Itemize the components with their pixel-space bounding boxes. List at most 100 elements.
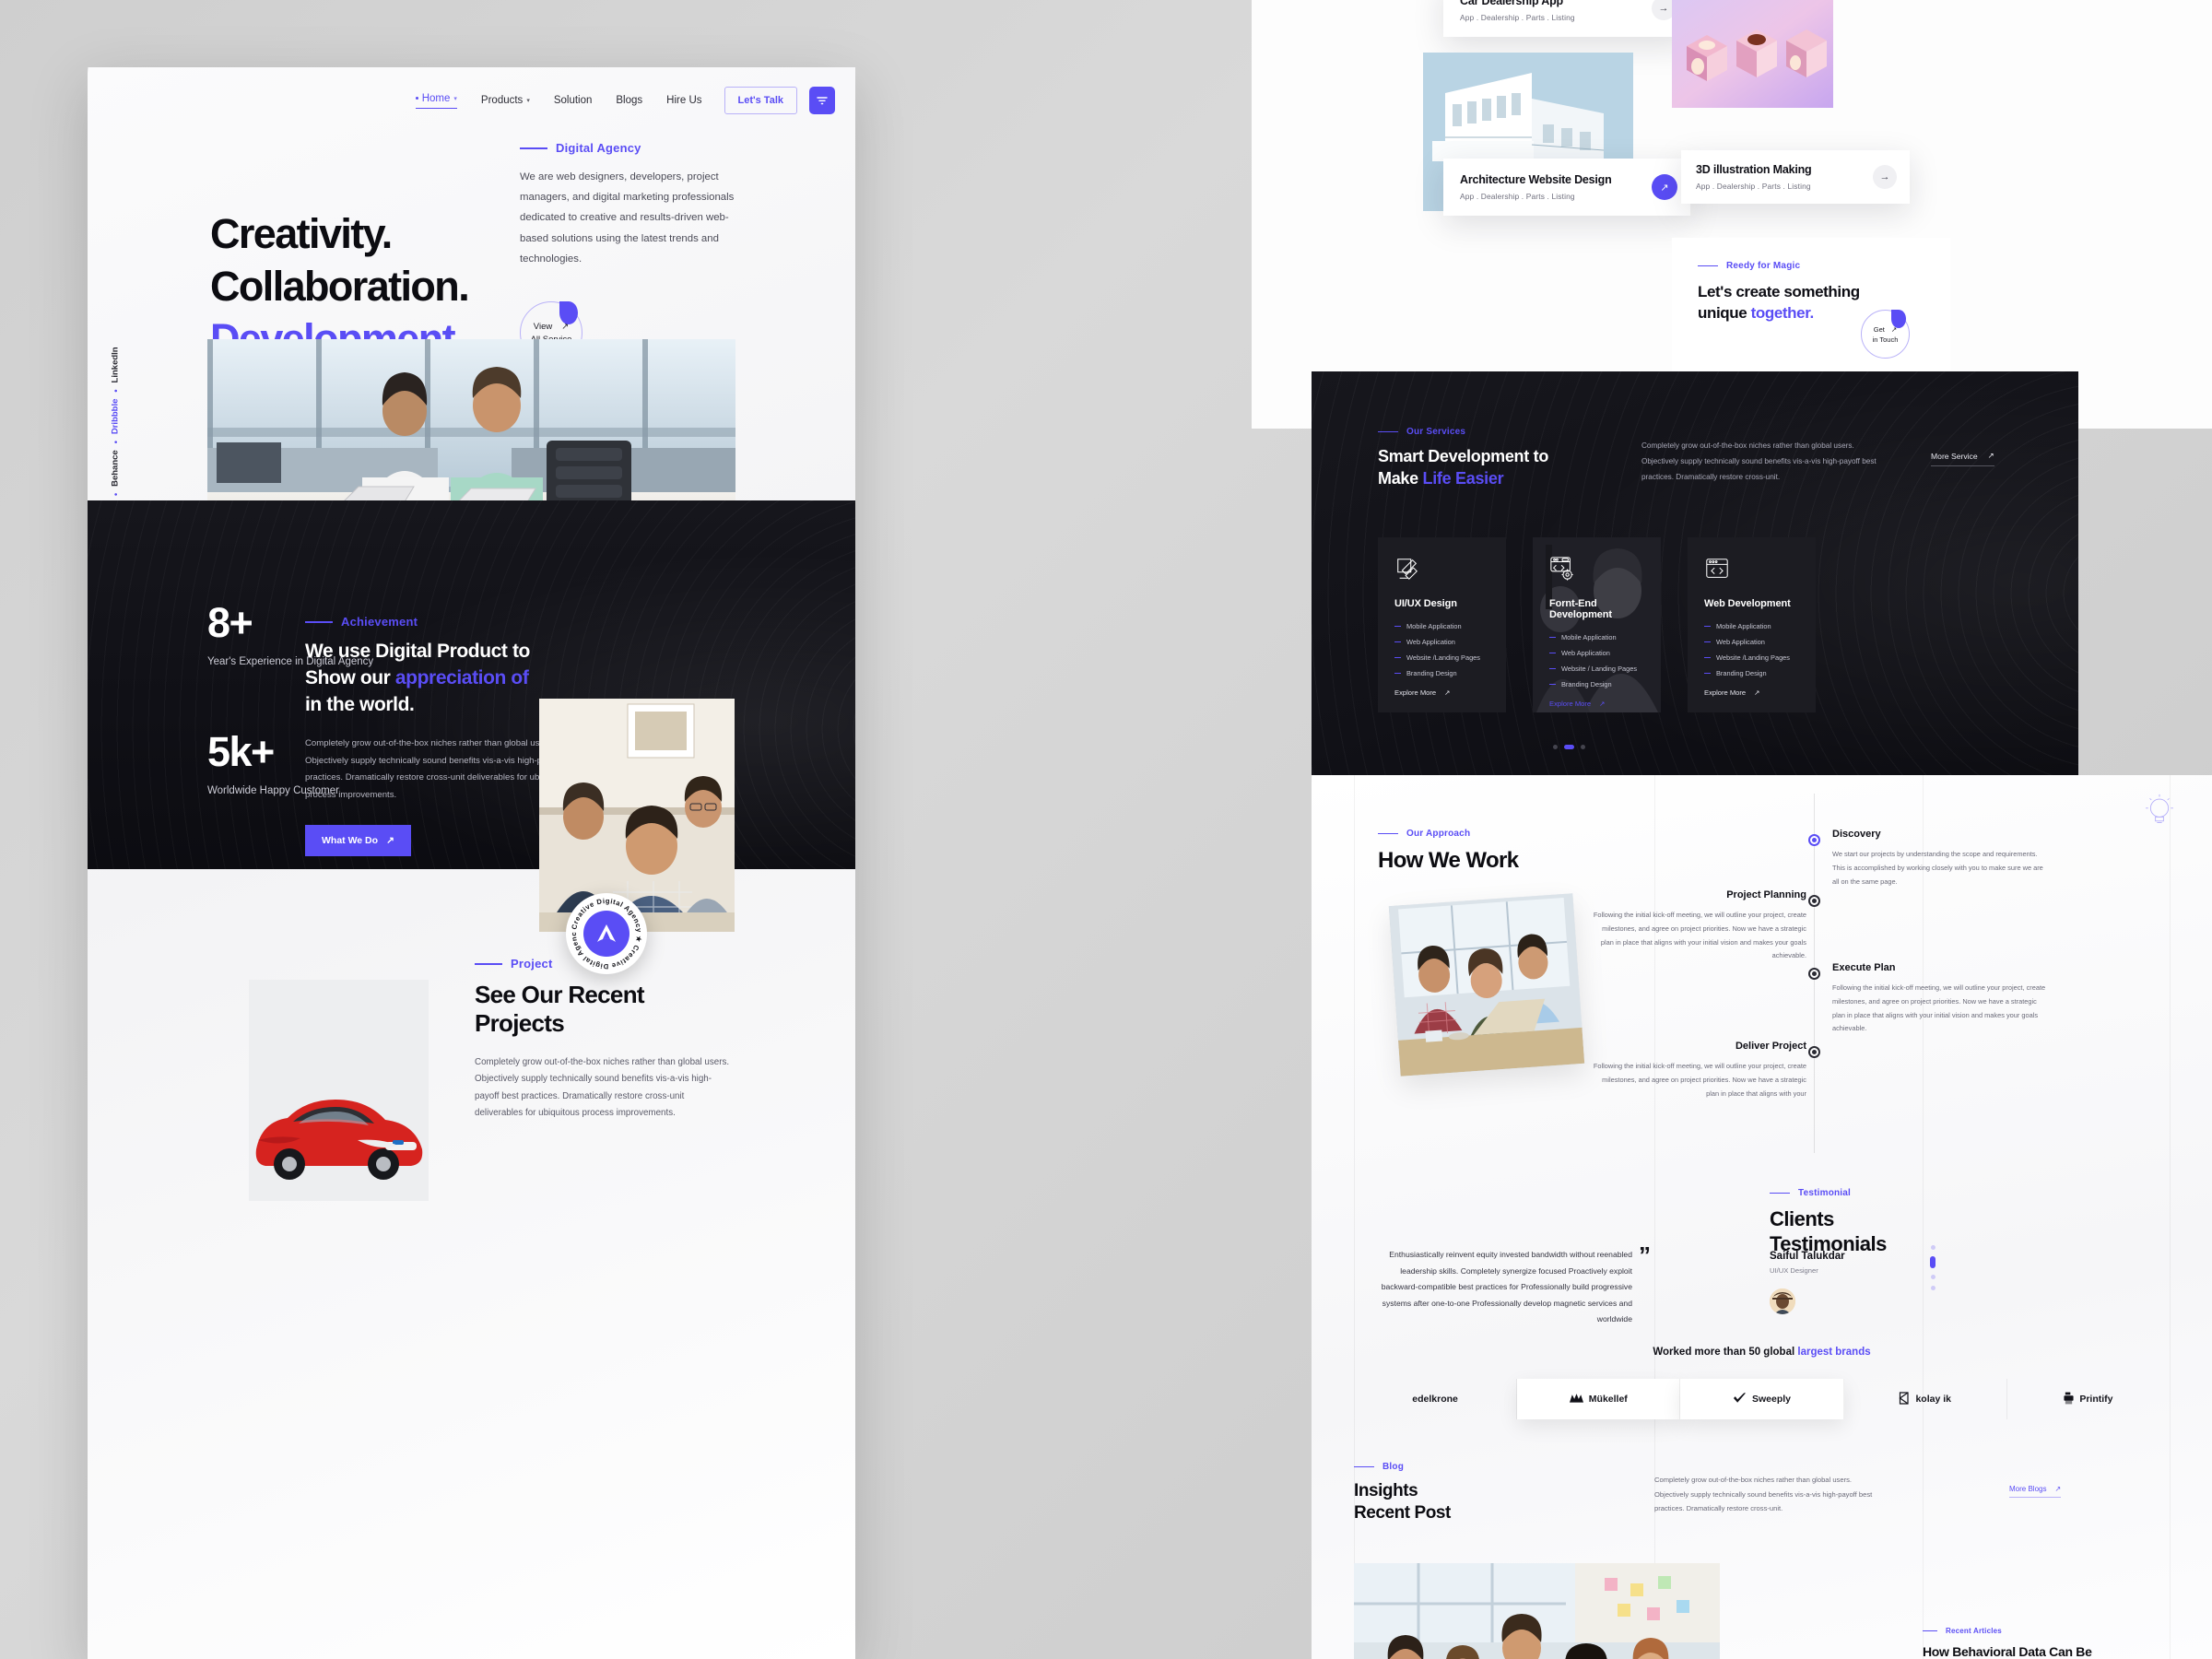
slider-dot-active[interactable] xyxy=(1564,745,1574,749)
brand-printify[interactable]: Printify xyxy=(2007,1379,2170,1419)
projects-paragraph: Completely grow out-of-the-box niches ra… xyxy=(475,1057,730,1118)
filter-icon[interactable] xyxy=(809,87,835,114)
heading-line-2: Recent Post xyxy=(1354,1503,1451,1524)
more-service-link[interactable]: More Service ↗ xyxy=(1931,451,1994,466)
blog-eyebrow: Blog xyxy=(1354,1462,1451,1472)
project-card-car-dealership[interactable]: Car Dealership App App . Dealership . Pa… xyxy=(1443,0,1690,37)
brand-sweeply[interactable]: Sweeply xyxy=(1680,1379,1844,1419)
project-car-image xyxy=(249,980,429,1201)
explore-more-link[interactable]: Explore More ↗ xyxy=(1394,688,1489,697)
bullet-icon: • xyxy=(111,440,121,443)
explore-more-link[interactable]: Explore More ↗ xyxy=(1549,700,1644,708)
brand-label: Mükellef xyxy=(1588,1394,1628,1405)
cta-heading-line-2: unique xyxy=(1698,303,1751,322)
arrow-right-icon[interactable]: → xyxy=(1873,165,1897,189)
article-title: How Behavioral Data Can Be Used to Busin… xyxy=(1923,1643,2136,1659)
rule-line xyxy=(1354,1465,1374,1468)
slider-dot[interactable] xyxy=(1930,1275,1936,1279)
service-card-frontend[interactable]: Fornt-End Development Mobile Application… xyxy=(1533,537,1661,712)
nav-item-home[interactable]: Home ▾ xyxy=(415,92,457,109)
social-link-dribbble[interactable]: Dribbble xyxy=(111,398,121,434)
nav-item-solution[interactable]: Solution xyxy=(554,95,593,106)
nav-item-products[interactable]: Products ▾ xyxy=(481,95,530,106)
timeline-node-deliver-project[interactable] xyxy=(1808,1046,1820,1058)
slider-dot[interactable] xyxy=(1930,1245,1936,1250)
services-paragraph: Completely grow out-of-the-box niches ra… xyxy=(1641,441,1877,482)
article-eyebrow: Recent Articles xyxy=(1923,1627,2136,1635)
arrow-up-right-icon: ↗ xyxy=(1444,688,1451,697)
blog-article[interactable]: Recent Articles How Behavioral Data Can … xyxy=(1923,1627,2136,1659)
avatar xyxy=(1770,1288,1795,1314)
grid-line xyxy=(2170,775,2171,1659)
more-service-label: More Service xyxy=(1931,451,1978,461)
browser-code-icon xyxy=(1704,556,1799,583)
what-we-do-button[interactable]: What We Do ↗ xyxy=(305,824,411,856)
rule-line xyxy=(520,147,547,149)
heading-line-1: Smart Development to xyxy=(1378,447,1549,465)
how-we-work-header: Our Approach How We Work xyxy=(1378,829,1519,874)
service-card-title: UI/UX Design xyxy=(1394,598,1457,609)
step-title: Deliver Project xyxy=(1735,1041,1806,1052)
nav-label: Blogs xyxy=(616,95,643,106)
step-text: We start our projects by understanding t… xyxy=(1832,850,2043,886)
hero-page-mock: Home ▾ Products ▾ Solution Blogs Hire Us… xyxy=(88,67,855,1659)
service-card-title: Fornt-End Development xyxy=(1549,598,1612,620)
heading-highlight: appreciation of xyxy=(394,666,529,688)
timeline-node-project-planning[interactable] xyxy=(1808,895,1820,907)
k-mark-icon xyxy=(1899,1391,1910,1407)
project-card-3d-illustration[interactable]: 3D illustration Making App . Dealership … xyxy=(1681,150,1910,204)
service-card-list: Mobile Application Web Application Websi… xyxy=(1704,622,1799,677)
arrow-up-right-icon: ↗ xyxy=(1754,688,1760,697)
nav-item-hire-us[interactable]: Hire Us xyxy=(666,95,701,106)
brand-edelkrone[interactable]: edelkrone xyxy=(1354,1379,1518,1419)
article-title-line-1: How Behavioral Data Can Be xyxy=(1923,1644,2092,1659)
lets-talk-button[interactable]: Let's Talk xyxy=(724,87,797,114)
brand-mukellef[interactable]: Mükellef xyxy=(1517,1379,1681,1419)
slider-dot-active[interactable] xyxy=(1930,1256,1936,1268)
project-card-tags: App . Dealership . Parts . Listing xyxy=(1460,13,1575,22)
blog-heading: Insights Recent Post xyxy=(1354,1480,1451,1525)
explore-more-link[interactable]: Explore More ↗ xyxy=(1704,688,1799,697)
slider-dot[interactable] xyxy=(1930,1286,1936,1290)
author-name: Saiful Talukdar xyxy=(1770,1251,1845,1262)
article-eyebrow-label: Recent Articles xyxy=(1946,1627,2002,1635)
testimonial-slider-dots[interactable] xyxy=(1930,1245,1936,1290)
social-link-linkedin[interactable]: LinkedIn xyxy=(111,347,121,382)
grid-line xyxy=(1923,775,1924,1659)
project-card-architecture[interactable]: Architecture Website Design App . Dealer… xyxy=(1443,159,1690,216)
arrow-up-right-icon: ↗ xyxy=(1987,451,1994,460)
timeline-node-execute-plan[interactable] xyxy=(1808,968,1820,980)
nav-label: Solution xyxy=(553,95,593,106)
how-we-work-heading: How We Work xyxy=(1378,848,1519,873)
service-card-web-development[interactable]: Web Development Mobile Application Web A… xyxy=(1688,537,1816,712)
heading-line-2a: Show our xyxy=(305,666,395,688)
more-blogs-label: More Blogs xyxy=(2009,1485,2047,1493)
more-blogs-link[interactable]: More Blogs ↗ xyxy=(2009,1485,2062,1498)
cta-eyebrow-label: Reedy for Magic xyxy=(1726,261,1801,271)
chevron-down-icon: ▾ xyxy=(453,95,457,102)
get-in-touch-button[interactable]: Get ↗ in Touch xyxy=(1861,310,1910,359)
slider-dot[interactable] xyxy=(1553,745,1558,749)
timeline-node-discovery[interactable] xyxy=(1808,834,1820,846)
achievement-eyebrow: Achievement xyxy=(305,615,598,629)
slider-dot[interactable] xyxy=(1581,745,1585,749)
social-link-behance[interactable]: Behance xyxy=(111,450,121,487)
testimonial-author: Saiful Talukdar UI/UX Designer xyxy=(1770,1251,1845,1314)
step-title: Discovery xyxy=(1832,829,1881,840)
service-card-uiux[interactable]: UI/UX Design Mobile Application Web Appl… xyxy=(1378,537,1506,712)
view-label: View xyxy=(533,321,553,332)
blog-header: Blog Insights Recent Post xyxy=(1354,1462,1451,1525)
heading-line-1: Insights xyxy=(1354,1481,1418,1500)
nav-label: Home xyxy=(421,92,451,104)
achievement-section: 8+ Year's Experience in Digital Agency 5… xyxy=(88,602,855,932)
arrow-up-right-icon[interactable]: ↗ xyxy=(1652,174,1677,200)
bullet-icon: • xyxy=(111,388,121,393)
brand-kolay-ik[interactable]: kolay ik xyxy=(1844,1379,2007,1419)
get-label: Get xyxy=(1873,324,1885,334)
nav-item-blogs[interactable]: Blogs xyxy=(616,95,642,106)
brand-label: kolay ik xyxy=(1915,1394,1951,1405)
pen-design-icon xyxy=(1394,556,1489,583)
service-card-title: Web Development xyxy=(1704,598,1791,609)
projects-eyebrow: Project xyxy=(475,957,733,971)
services-slider-dots[interactable] xyxy=(1553,745,1585,749)
